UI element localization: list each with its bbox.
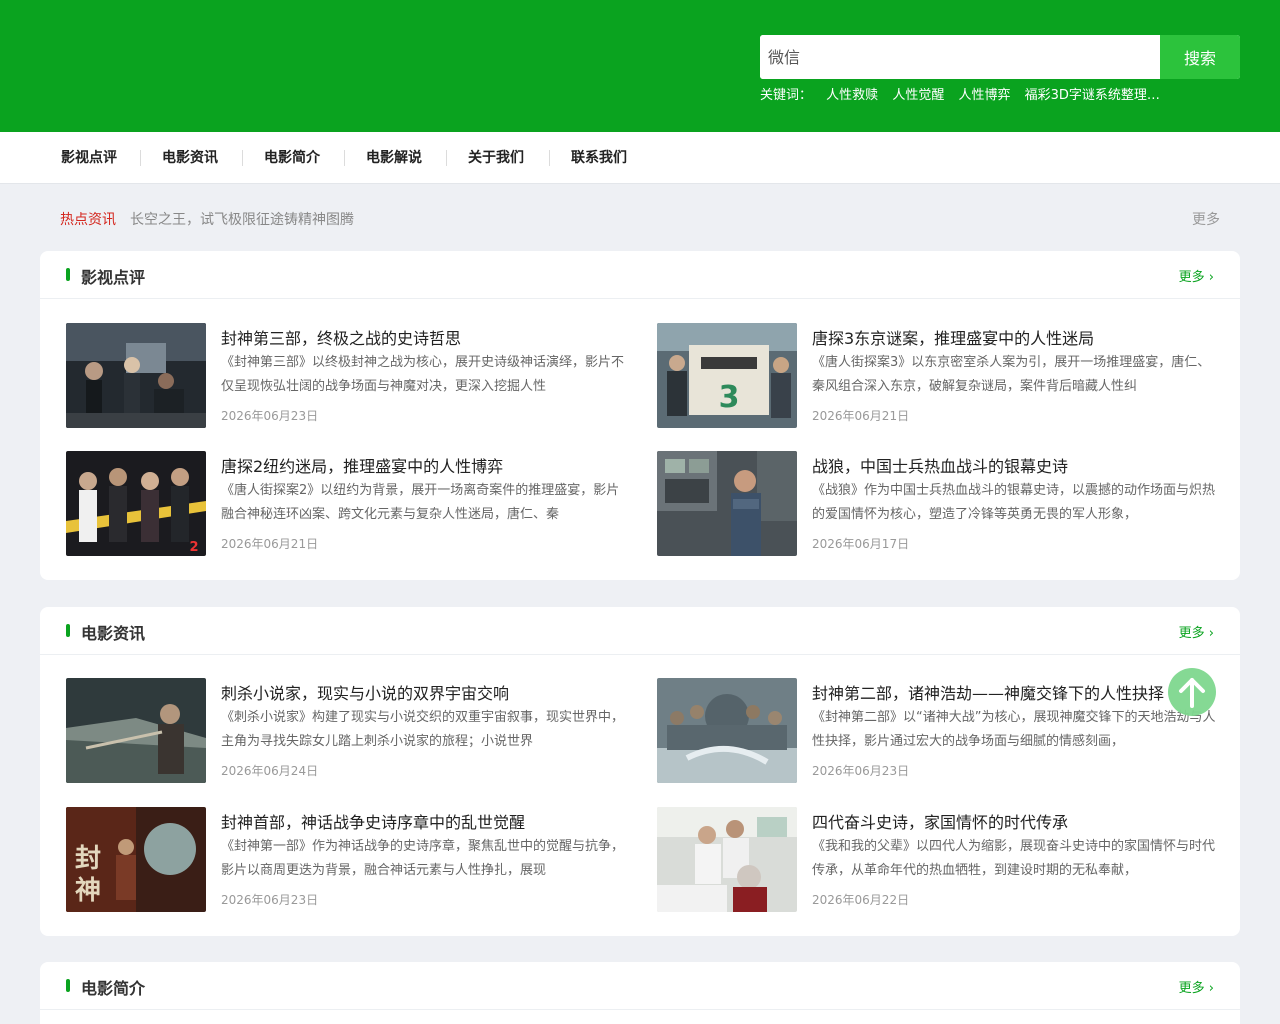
search-button[interactable]: 搜索 xyxy=(1160,35,1240,79)
nav-divider xyxy=(344,150,345,166)
section-more-link[interactable]: 更多 › xyxy=(1179,977,1214,996)
item-title[interactable]: 唐探2纽约迷局，推理盛宴中的人性博弈 xyxy=(221,453,503,477)
nav-item-contact[interactable]: 联系我们 xyxy=(571,132,627,184)
list-item[interactable]: 2 唐探2纽约迷局，推理盛宴中的人性博弈 《唐人街探案2》以纽约为背景，展开一场… xyxy=(66,451,626,557)
section-header: 电影资讯 更多 › xyxy=(40,607,1240,655)
keyword-link[interactable]: 人性觉醒 xyxy=(892,88,944,103)
nav-item-about[interactable]: 关于我们 xyxy=(468,132,524,184)
item-description: 《封神第一部》作为神话战争的史诗序章，聚焦乱世中的觉醒与抗争，影片以商周更迭为背… xyxy=(221,839,625,878)
thumbnail-image[interactable]: 2 xyxy=(66,451,206,556)
hot-news-link[interactable]: 长空之王，试飞极限征途铸精神图腾 xyxy=(130,209,354,229)
arrow-up-icon xyxy=(1179,678,1205,708)
item-date: 2026年06月23日 xyxy=(812,764,910,778)
list-item[interactable]: 刺杀小说家，现实与小说的双界宇宙交响 《刺杀小说家》构建了现实与小说交织的双重宇… xyxy=(66,678,626,784)
svg-text:3: 3 xyxy=(719,380,740,415)
section-news: 电影资讯 更多 › 刺杀小说家，现实与小说的双界宇宙交响 《刺杀小说家》构建了现… xyxy=(40,607,1240,936)
svg-text:神: 神 xyxy=(75,876,101,906)
chevron-right-icon: › xyxy=(1208,270,1214,285)
main-nav: 影视点评 电影资讯 电影简介 电影解说 关于我们 联系我们 xyxy=(0,132,1280,184)
keyword-link[interactable]: 人性博弈 xyxy=(958,88,1010,103)
nav-divider xyxy=(446,150,447,166)
nav-item-reviews[interactable]: 影视点评 xyxy=(61,132,117,184)
nav-item-intro[interactable]: 电影简介 xyxy=(264,132,320,184)
chevron-right-icon: › xyxy=(1208,981,1214,996)
list-item[interactable]: 封神第二部，诸神浩劫——神魔交锋下的人性抉择 《封神第二部》以“诸神大战”为核心… xyxy=(657,678,1217,784)
item-date: 2026年06月21日 xyxy=(812,409,910,423)
chevron-right-icon: › xyxy=(1208,626,1214,641)
list-item[interactable]: 封神 封神首部，神话战争史诗序章中的乱世觉醒 《封神第一部》作为神话战争的史诗序… xyxy=(66,807,626,913)
item-title[interactable]: 封神第二部，诸神浩劫——神魔交锋下的人性抉择 xyxy=(812,680,1164,704)
section-header: 电影简介 更多 › xyxy=(40,962,1240,1010)
nav-item-commentary[interactable]: 电影解说 xyxy=(366,132,422,184)
nav-divider xyxy=(549,150,550,166)
list-item[interactable]: 四代奋斗史诗，家国情怀的时代传承 《我和我的父辈》以四代人为缩影，展现奋斗史诗中… xyxy=(657,807,1217,913)
item-date: 2026年06月24日 xyxy=(221,764,319,778)
section-more-link[interactable]: 更多 › xyxy=(1179,266,1214,285)
thumbnail-image[interactable] xyxy=(66,678,206,783)
section-title-marker xyxy=(66,268,70,281)
thumbnail-image[interactable] xyxy=(66,323,206,428)
item-title[interactable]: 封神首部，神话战争史诗序章中的乱世觉醒 xyxy=(221,809,525,833)
site-header: 搜索 关键词： 人性救赎 人性觉醒 人性博弈 福彩3D字谜系统整理… xyxy=(0,0,1280,132)
item-description: 《唐人街探案3》以东京密室杀人案为引，展开一场推理盛宴，唐仁、秦风组合深入东京，… xyxy=(812,355,1211,394)
item-description: 《封神第三部》以终极封神之战为核心，展开史诗级神话演绎，影片不仅呈现恢弘壮阔的战… xyxy=(221,355,625,394)
thumbnail-image[interactable] xyxy=(657,678,797,783)
section-title: 影视点评 xyxy=(81,268,146,287)
keyword-link[interactable]: 人性救赎 xyxy=(826,88,878,103)
item-title[interactable]: 刺杀小说家，现实与小说的双界宇宙交响 xyxy=(221,680,509,704)
hot-news-bar: 热点资讯 长空之王，试飞极限征途铸精神图腾 更多 xyxy=(60,207,1220,229)
item-description: 《唐人街探案2》以纽约为背景，展开一场离奇案件的推理盛宴，影片融合神秘连环凶案、… xyxy=(221,483,620,522)
thumbnail-image[interactable]: 3 xyxy=(657,323,797,428)
nav-divider xyxy=(140,150,141,166)
keywords-bar: 关键词： 人性救赎 人性觉醒 人性博弈 福彩3D字谜系统整理… xyxy=(760,84,1170,103)
item-title[interactable]: 封神第三部，终极之战的史诗哲思 xyxy=(221,325,461,349)
section-more-link[interactable]: 更多 › xyxy=(1179,622,1214,641)
thumbnail-image[interactable] xyxy=(657,807,797,912)
hot-news-label: 热点资讯 xyxy=(60,212,116,228)
item-date: 2026年06月23日 xyxy=(221,893,319,907)
nav-divider xyxy=(242,150,243,166)
list-item[interactable]: 战狼，中国士兵热血战斗的银幕史诗 《战狼》作为中国士兵热血战斗的银幕史诗，以震撼… xyxy=(657,451,1217,557)
section-title: 电影简介 xyxy=(81,979,146,998)
section-title: 电影资讯 xyxy=(81,624,146,643)
search-box: 搜索 xyxy=(760,35,1240,79)
nav-item-news[interactable]: 电影资讯 xyxy=(162,132,218,184)
thumbnail-image[interactable]: 封神 xyxy=(66,807,206,912)
hot-news-more-link[interactable]: 更多 xyxy=(1192,209,1220,229)
item-date: 2026年06月23日 xyxy=(221,409,319,423)
keywords-label: 关键词： xyxy=(760,88,813,103)
item-title[interactable]: 四代奋斗史诗，家国情怀的时代传承 xyxy=(812,809,1068,833)
item-title[interactable]: 唐探3东京谜案，推理盛宴中的人性迷局 xyxy=(812,325,1094,349)
item-description: 《刺杀小说家》构建了现实与小说交织的双重宇宙叙事，现实世界中，主角为寻找失踪女儿… xyxy=(221,710,625,749)
section-title-marker xyxy=(66,624,70,637)
svg-text:封: 封 xyxy=(75,844,101,874)
item-description: 《战狼》作为中国士兵热血战斗的银幕史诗，以震撼的动作场面与炽热的爱国情怀为核心，… xyxy=(812,483,1216,522)
section-intro: 电影简介 更多 › xyxy=(40,962,1240,1024)
svg-text:2: 2 xyxy=(189,540,198,555)
list-item[interactable]: 封神第三部，终极之战的史诗哲思 《封神第三部》以终极封神之战为核心，展开史诗级神… xyxy=(66,323,626,429)
item-description: 《我和我的父辈》以四代人为缩影，展现奋斗史诗中的家国情怀与时代传承，从革命年代的… xyxy=(812,839,1216,878)
thumbnail-image[interactable] xyxy=(657,451,797,556)
section-reviews: 影视点评 更多 › 封神第三部，终极之战的史诗哲思 《封神第三部》以终极封神之战… xyxy=(40,251,1240,580)
item-description: 《封神第二部》以“诸神大战”为核心，展现神魔交锋下的天地浩劫与人性抉择，影片通过… xyxy=(812,710,1216,749)
list-item[interactable]: 3 唐探3东京谜案，推理盛宴中的人性迷局 《唐人街探案3》以东京密室杀人案为引，… xyxy=(657,323,1217,429)
item-title[interactable]: 战狼，中国士兵热血战斗的银幕史诗 xyxy=(812,453,1068,477)
back-to-top-button[interactable] xyxy=(1168,668,1216,716)
item-date: 2026年06月21日 xyxy=(221,537,319,551)
item-date: 2026年06月22日 xyxy=(812,893,910,907)
item-date: 2026年06月17日 xyxy=(812,537,910,551)
search-input[interactable] xyxy=(760,35,1160,79)
section-header: 影视点评 更多 › xyxy=(40,251,1240,299)
section-title-marker xyxy=(66,979,70,992)
keyword-link[interactable]: 福彩3D字谜系统整理… xyxy=(1025,88,1160,103)
